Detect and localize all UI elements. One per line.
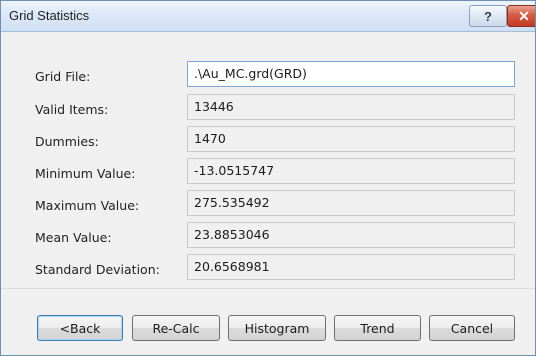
histogram-button[interactable]: Histogram [228,315,326,341]
button-area-divider [1,288,535,289]
back-button[interactable]: <Back [37,315,123,341]
minimum-value-field: -13.0515747 [187,158,515,184]
window-title: Grid Statistics [9,8,90,23]
recalc-button[interactable]: Re-Calc [132,315,220,341]
grid-statistics-dialog: Grid Statistics ? ✕ Grid File: .\Au_MC.g… [0,0,536,356]
dummies-field: 1470 [187,126,515,152]
standard-deviation-label: Standard Deviation: [35,262,160,277]
maximum-value-field: 275.535492 [187,190,515,216]
mean-value-field: 23.8853046 [187,222,515,248]
help-icon[interactable]: ? [469,5,507,27]
valid-items-label: Valid Items: [35,102,109,117]
cancel-button[interactable]: Cancel [429,315,515,341]
maximum-value-label: Maximum Value: [35,198,140,213]
trend-button[interactable]: Trend [334,315,421,341]
grid-file-field[interactable]: .\Au_MC.grd(GRD) [187,61,515,87]
standard-deviation-field: 20.6568981 [187,254,515,280]
mean-value-label: Mean Value: [35,230,112,245]
title-bar[interactable]: Grid Statistics ? ✕ [1,1,535,32]
grid-file-label: Grid File: [35,69,91,84]
close-icon[interactable]: ✕ [507,5,535,27]
minimum-value-label: Minimum Value: [35,166,136,181]
dummies-label: Dummies: [35,134,99,149]
valid-items-field: 13446 [187,94,515,120]
